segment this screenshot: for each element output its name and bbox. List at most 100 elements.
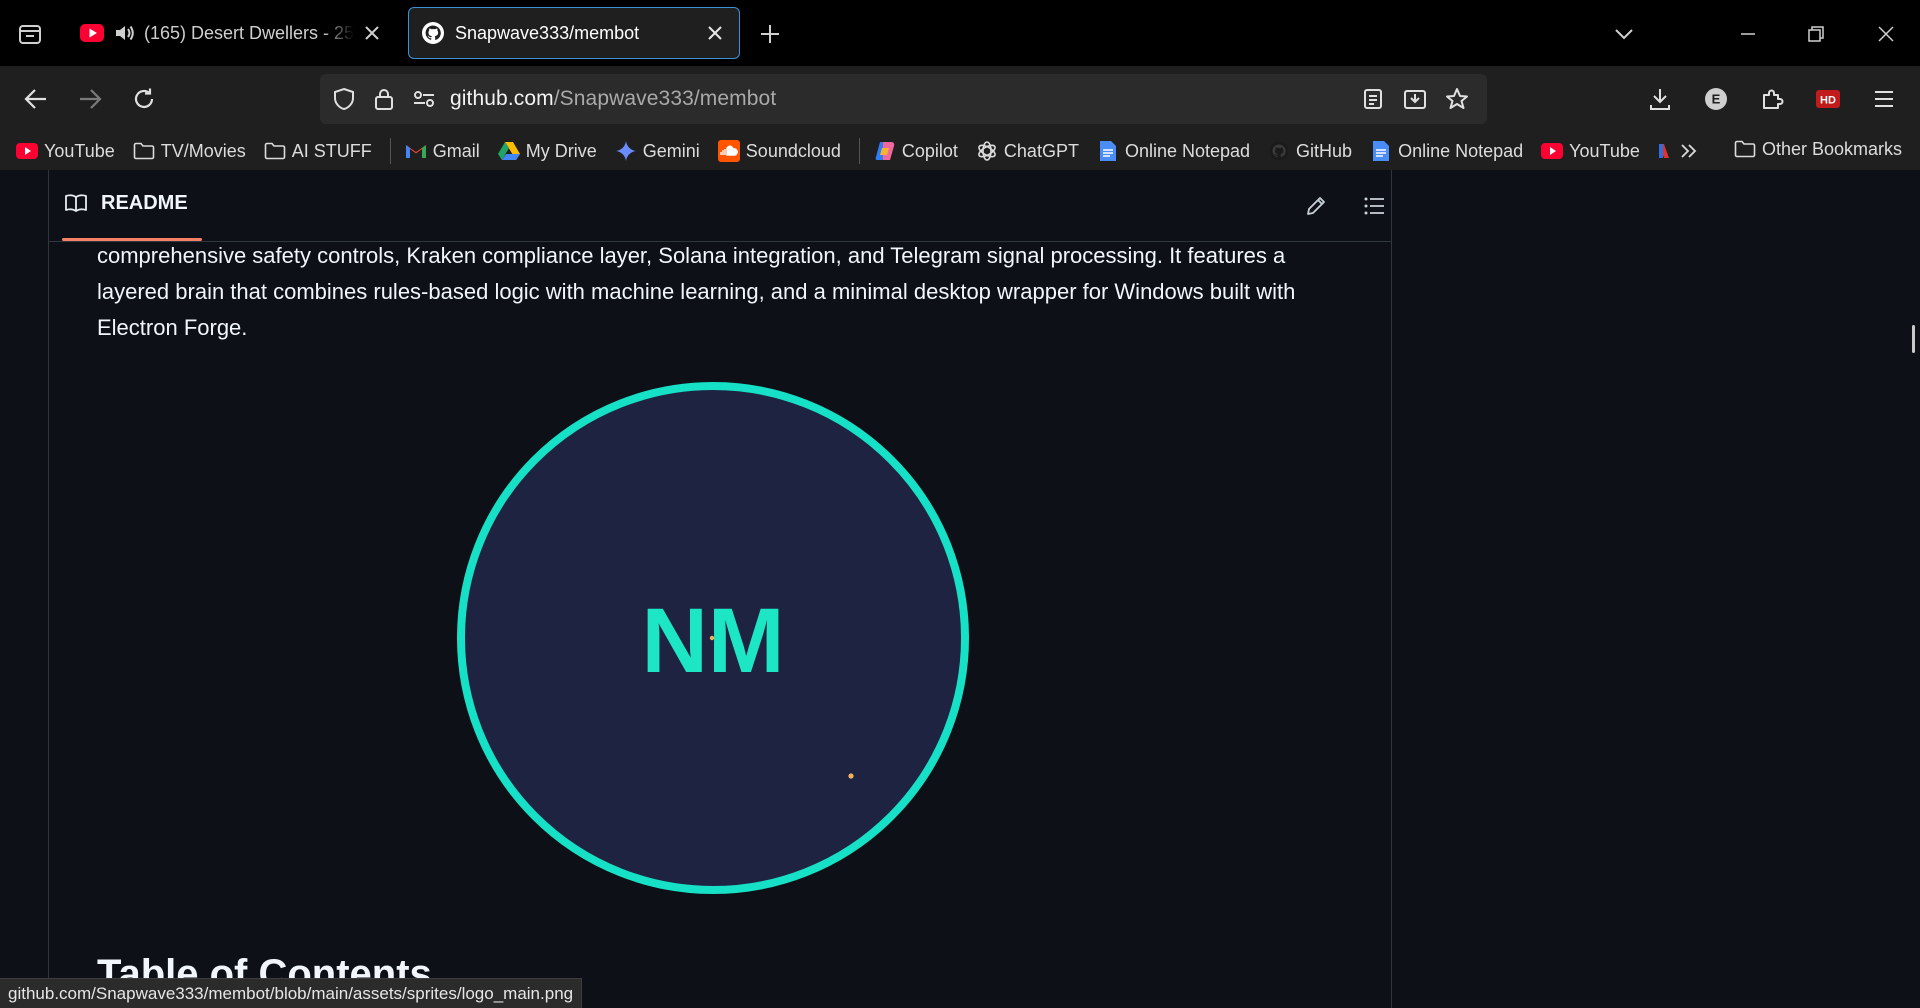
hd-extension-button[interactable]: HD (1808, 79, 1848, 119)
close-icon[interactable] (360, 21, 384, 45)
bookmark-label: YouTube (44, 140, 115, 161)
readme-header: README (49, 170, 1391, 242)
star-icon[interactable] (1437, 79, 1477, 119)
book-icon (63, 190, 89, 216)
soundcloud-icon (717, 140, 740, 162)
hamburger-icon (1875, 91, 1893, 107)
logo-text: NM (641, 590, 784, 692)
gmail-icon (405, 140, 427, 162)
chatgpt-icon (976, 140, 998, 162)
readme-tab[interactable]: README (63, 190, 188, 216)
logo-sparkle (848, 773, 854, 779)
bookmark-ai-stuff[interactable]: AI STUFF (264, 140, 372, 162)
back-button[interactable] (16, 79, 56, 119)
tab-title: Snapwave333/membot (455, 22, 640, 43)
reader-view-icon[interactable] (1353, 79, 1393, 119)
speaker-icon[interactable] (114, 22, 136, 44)
link-status-bar: github.com/Snapwave333/membot/blob/main/… (0, 978, 583, 1008)
tab-list-icon (19, 25, 41, 44)
lock-icon[interactable] (364, 79, 404, 119)
close-icon (1878, 26, 1894, 42)
restore-icon (1808, 26, 1824, 42)
navigation-toolbar: github.com/Snapwave333/membot E HD (0, 66, 1920, 132)
logo-sparkle (709, 635, 715, 641)
tab-youtube[interactable]: (165) Desert Dwellers - 25-Year (68, 7, 396, 59)
bookmark-online-notepad-2[interactable]: Online Notepad (1370, 140, 1523, 162)
bookmarks-overflow-button[interactable] (1678, 140, 1706, 162)
other-bookmarks[interactable]: Other Bookmarks (1734, 138, 1902, 160)
bookmark-gemini[interactable]: Gemini (615, 140, 700, 162)
bookmark-gmail[interactable]: Gmail (405, 140, 480, 162)
new-tab-button[interactable] (752, 16, 788, 52)
close-window-button[interactable] (1866, 14, 1906, 54)
puzzle-icon (1763, 89, 1784, 109)
extensions-button[interactable] (1752, 79, 1792, 119)
bookmark-label: GitHub (1296, 140, 1353, 161)
bookmark-label: Soundcloud (745, 140, 841, 161)
bookmark-youtube[interactable]: YouTube (16, 140, 115, 162)
url-text[interactable]: github.com/Snapwave333/membot (450, 87, 776, 111)
pencil-icon (1307, 197, 1325, 215)
edit-file-button[interactable] (1296, 186, 1336, 226)
bookmark-chatgpt[interactable]: ChatGPT (976, 140, 1079, 162)
outline-button[interactable] (1354, 186, 1394, 226)
folder-icon (1734, 138, 1756, 160)
copilot-icon (874, 140, 896, 162)
bookmark-partial-icon (1658, 140, 1670, 162)
address-bar[interactable]: github.com/Snapwave333/membot (320, 74, 1487, 124)
bookmark-soundcloud[interactable]: Soundcloud (717, 140, 841, 162)
site-permissions-icon[interactable] (404, 79, 444, 119)
bookmark-copilot[interactable]: Copilot (874, 140, 958, 162)
downloads-button[interactable] (1640, 79, 1680, 119)
project-logo-image[interactable]: NM (455, 380, 971, 896)
reload-button[interactable] (124, 79, 164, 119)
bookmark-label: ChatGPT (1003, 140, 1079, 161)
gemini-icon (615, 140, 637, 162)
close-icon[interactable] (703, 21, 727, 45)
app-menu-button[interactable] (1864, 79, 1904, 119)
bookmark-label: Online Notepad (1398, 140, 1524, 161)
download-icon (1650, 89, 1670, 110)
reload-icon (134, 88, 154, 108)
restore-button[interactable] (1796, 14, 1836, 54)
page-viewport: README comprehensive safety controls, Kr… (0, 170, 1920, 1008)
arrow-left-icon (24, 89, 46, 109)
tab-list-button[interactable] (12, 16, 48, 52)
bookmark-partial[interactable] (1658, 140, 1676, 162)
bookmarks-toolbar: YouTube TV/Movies AI STUFF Gmail My Driv… (0, 132, 1920, 170)
svg-text:E: E (1712, 92, 1721, 107)
bookmark-separator (389, 138, 391, 164)
tab-strip: (165) Desert Dwellers - 25-Year Snapwave… (0, 0, 1920, 66)
bookmark-online-notepad[interactable]: Online Notepad (1097, 140, 1250, 162)
readme-tab-label: README (101, 191, 188, 214)
youtube-icon (1541, 140, 1564, 162)
bookmark-label: YouTube (1569, 140, 1640, 161)
shield-icon[interactable] (324, 79, 364, 119)
readme-paragraph: comprehensive safety controls, Kraken co… (97, 243, 1296, 340)
plus-icon (761, 25, 779, 43)
save-to-pocket-icon[interactable] (1395, 79, 1435, 119)
tab-title: (165) Desert Dwellers - 25-Year (144, 22, 354, 43)
extension-e-button[interactable]: E (1696, 79, 1736, 119)
page-scrollbar[interactable] (1912, 325, 1915, 353)
list-icon (1364, 197, 1384, 215)
bookmark-label: My Drive (525, 140, 597, 161)
minimize-button[interactable] (1728, 14, 1768, 54)
bookmark-my-drive[interactable]: My Drive (497, 140, 597, 162)
bookmark-tv-movies[interactable]: TV/Movies (133, 140, 246, 162)
github-icon (421, 21, 445, 45)
url-path: /Snapwave333/membot (553, 87, 777, 110)
notepad-icon (1370, 140, 1392, 162)
bookmark-github[interactable]: GitHub (1268, 140, 1352, 162)
chevron-double-right-icon (1678, 140, 1700, 162)
bookmark-label: TV/Movies (160, 140, 246, 161)
list-all-tabs-button[interactable] (1604, 14, 1644, 54)
forward-button[interactable] (70, 79, 110, 119)
notepad-icon (1097, 140, 1119, 162)
bookmark-label: Online Notepad (1124, 140, 1251, 161)
tab-github[interactable]: Snapwave333/membot (408, 7, 740, 59)
github-icon (1268, 140, 1290, 162)
bookmark-youtube-2[interactable]: YouTube (1541, 140, 1640, 162)
bookmark-separator (858, 138, 860, 164)
url-host: github.com (450, 87, 554, 110)
